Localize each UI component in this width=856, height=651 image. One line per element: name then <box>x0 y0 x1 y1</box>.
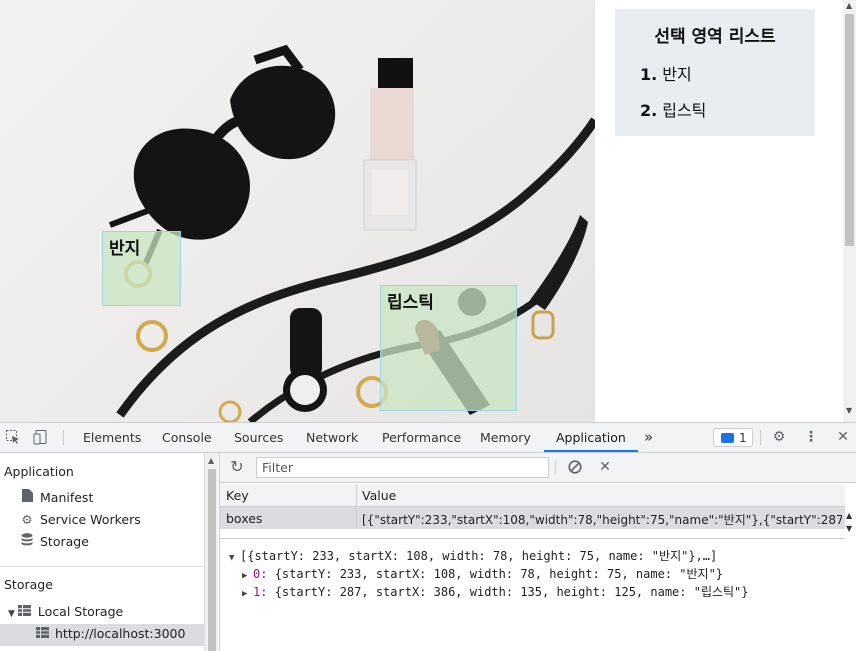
devtools-panel: Elements Console Sources Network Perform… <box>0 422 856 651</box>
table-cell-value[interactable]: [{"startY":233,"startX":108,"width":78,"… <box>362 511 842 528</box>
list-item-number: 1. <box>640 65 658 84</box>
gear-icon: ⚙ <box>21 512 33 527</box>
list-item-label: 립스틱 <box>662 101 707 120</box>
filter-input[interactable] <box>256 457 549 478</box>
table-scrollbar[interactable]: ▲ ▼ <box>845 484 856 539</box>
toolbar-separator <box>760 430 761 445</box>
list-item-number: 2. <box>640 101 658 120</box>
page-scrollbar-thumb[interactable] <box>845 14 854 246</box>
sidebar-item-label: Local Storage <box>37 604 124 619</box>
application-sidebar: Application Manifest ⚙ Service Workers St… <box>0 453 204 651</box>
preview-item[interactable]: ▶ 1: {startY: 287, startX: 386, width: 13… <box>242 583 749 601</box>
expand-triangle-icon[interactable]: ▼ <box>8 609 15 619</box>
selection-box-ring[interactable]: 반지 <box>102 231 181 306</box>
sidebar-divider <box>0 566 204 567</box>
tab-memory[interactable]: Memory <box>480 423 531 452</box>
table-empty-area <box>220 529 845 539</box>
sidebar-item-local-storage[interactable]: ▼ Local Storage <box>8 602 123 622</box>
sidebar-item-label: Service Workers <box>40 512 141 527</box>
selection-box-lipstick[interactable]: 립스틱 <box>380 285 517 411</box>
issues-badge[interactable]: 1 <box>713 428 753 447</box>
tab-application[interactable]: Application <box>544 423 638 452</box>
storage-main-pane: ↻ ✕ Key Value boxes [{"startY":233,"star… <box>220 453 856 651</box>
column-divider <box>356 484 357 529</box>
sidebar-item-service-workers[interactable]: ⚙ Service Workers <box>20 510 141 530</box>
file-icon <box>20 488 34 508</box>
preview-root-text: [{startY: 233, startX: 108, width: 78, h… <box>240 549 718 563</box>
preview-item-text: {startY: 287, startX: 386, width: 135, h… <box>274 585 749 599</box>
selection-list: 1. 반지 2. 립스틱 <box>640 61 706 133</box>
collapse-triangle-icon[interactable]: ▼ <box>229 549 240 567</box>
more-tabs-icon[interactable]: » <box>644 423 653 452</box>
message-bubble-icon <box>721 433 734 443</box>
tab-network[interactable]: Network <box>306 423 358 452</box>
delete-selected-icon[interactable]: ✕ <box>597 459 613 475</box>
preview-root[interactable]: ▼ [{startY: 233, startX: 108, width: 78, … <box>229 547 717 565</box>
tab-elements[interactable]: Elements <box>83 423 141 452</box>
preview-item-index: 1: <box>253 585 268 599</box>
page-scrollbar[interactable]: ▲ ▼ <box>843 0 856 422</box>
preview-item-text: {startY: 233, startX: 108, width: 78, he… <box>274 567 724 581</box>
devtools-toolbar: Elements Console Sources Network Perform… <box>0 423 856 453</box>
close-devtools-icon[interactable]: ✕ <box>835 429 851 445</box>
selection-box-label: 립스틱 <box>387 293 434 313</box>
table-grid-icon <box>18 602 32 622</box>
sidebar-section-application: Application <box>4 464 74 479</box>
expand-triangle-icon[interactable]: ▶ <box>242 585 253 603</box>
scroll-up-arrow-icon[interactable]: ▲ <box>846 1 852 10</box>
sidebar-item-label: Storage <box>40 534 89 549</box>
sidebar-item-localhost-origin[interactable]: http://localhost:3000 <box>35 624 185 644</box>
issues-count: 1 <box>739 431 747 445</box>
selection-list-item[interactable]: 1. 반지 <box>640 61 706 97</box>
table-grid-icon <box>35 624 49 644</box>
table-cell-key[interactable]: boxes <box>226 511 262 526</box>
database-icon <box>20 532 34 552</box>
selection-list-item[interactable]: 2. 립스틱 <box>640 97 706 133</box>
column-header-value[interactable]: Value <box>362 488 396 503</box>
preview-item-index: 0: <box>253 567 268 581</box>
tab-console[interactable]: Console <box>162 423 212 452</box>
scroll-down-arrow-icon[interactable]: ▼ <box>846 524 852 533</box>
inspect-element-icon[interactable] <box>5 429 21 445</box>
value-preview: ▼ [{startY: 233, startX: 108, width: 78, … <box>220 541 856 651</box>
sidebar-item-label: http://localhost:3000 <box>55 626 186 641</box>
clear-all-icon[interactable] <box>567 460 583 476</box>
sidebar-scrollbar-thumb[interactable] <box>208 469 216 651</box>
scroll-up-arrow-icon[interactable]: ▲ <box>846 511 852 520</box>
tab-performance[interactable]: Performance <box>382 423 461 452</box>
settings-gear-icon[interactable]: ⚙ <box>771 429 787 445</box>
column-header-key[interactable]: Key <box>226 488 249 503</box>
preview-item[interactable]: ▶ 0: {startY: 233, startX: 108, width: 78… <box>242 565 723 583</box>
selection-box-label: 반지 <box>109 239 141 259</box>
toolbar-separator <box>63 430 64 445</box>
sidebar-item-label: Manifest <box>40 490 94 505</box>
device-toolbar-icon[interactable] <box>33 429 49 445</box>
table-row[interactable]: boxes [{"startY":233,"startX":108,"width… <box>220 507 845 529</box>
product-photo-canvas[interactable]: 반지 립스틱 <box>0 0 595 422</box>
selection-list-title: 선택 영역 리스트 <box>654 27 776 47</box>
scroll-up-arrow-icon[interactable]: ▲ <box>208 456 214 465</box>
list-item-label: 반지 <box>662 65 692 84</box>
sidebar-item-manifest[interactable]: Manifest <box>20 488 93 508</box>
selection-list-card: 선택 영역 리스트 1. 반지 2. 립스틱 <box>615 9 815 136</box>
more-options-icon[interactable]: ⋮ <box>803 429 819 445</box>
refresh-icon[interactable]: ↻ <box>229 459 245 475</box>
toolbar-separator <box>555 460 556 475</box>
tab-sources[interactable]: Sources <box>234 423 283 452</box>
sidebar-item-storage[interactable]: Storage <box>20 532 89 552</box>
sidebar-scrollbar[interactable]: ▲ <box>204 453 218 651</box>
sidebar-section-storage: Storage <box>4 577 53 592</box>
storage-table-header: Key Value <box>220 484 845 507</box>
storage-filter-bar: ↻ ✕ <box>220 453 856 483</box>
right-panel: 선택 영역 리스트 1. 반지 2. 립스틱 <box>595 0 843 422</box>
scroll-down-arrow-icon[interactable]: ▼ <box>846 406 852 415</box>
